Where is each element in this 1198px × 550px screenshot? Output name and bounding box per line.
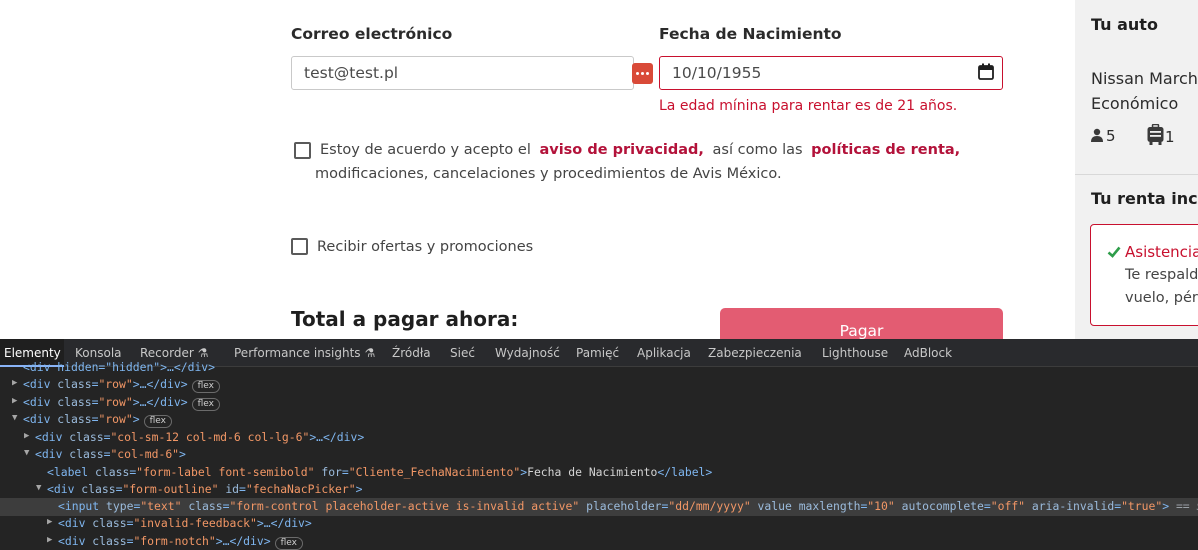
birth-date-error: La edad mínina para rentar es de 21 años… xyxy=(659,98,958,114)
expand-arrow-icon[interactable]: ▶ xyxy=(12,377,22,388)
devtools-panel: Elementy Konsola Recorder ⚗ Performance i… xyxy=(0,339,1198,550)
privacy-notice-link[interactable]: aviso de privacidad, xyxy=(539,142,703,158)
dom-tree: <div hidden="hidden">…</div> ▶ <div clas… xyxy=(0,360,1198,550)
expand-arrow-icon[interactable]: ▶ xyxy=(47,534,57,545)
dom-node-row[interactable]: ▶ <div class="invalid-feedback">…</div> xyxy=(0,515,1198,533)
expand-arrow-icon[interactable]: ▶ xyxy=(24,430,34,441)
dom-node-row[interactable]: ▼ <div class="form-outline" id="fechaNac… xyxy=(0,481,1198,499)
collapse-arrow-icon[interactable]: ▼ xyxy=(24,447,34,458)
dom-node-code: <div class="col-md-6"> xyxy=(35,447,186,461)
dom-node-code: <div class="form-notch">…</div> flex xyxy=(58,534,303,550)
experiment-flask-icon: ⚗ xyxy=(197,346,209,360)
luggage-icon xyxy=(1147,124,1164,145)
collapse-arrow-icon[interactable]: ▼ xyxy=(36,482,46,493)
rental-policies-link[interactable]: políticas de renta, xyxy=(811,142,960,158)
email-field[interactable]: test@test.pl xyxy=(291,56,634,90)
password-manager-icon[interactable] xyxy=(632,63,653,84)
dom-node-row[interactable]: ▶ <div class="row">…</div> flex xyxy=(0,376,1198,394)
dom-node-row[interactable]: ▼ <div class="col-md-6"> xyxy=(0,446,1198,464)
selected-dom-node-row[interactable]: <input type="text" class="form-control p… xyxy=(0,498,1198,516)
birth-date-field[interactable]: 10/10/1955 xyxy=(659,56,1003,90)
sidebar-divider xyxy=(1075,174,1198,175)
dom-node-code: <div class="col-sm-12 col-md-6 col-lg-6"… xyxy=(35,430,365,444)
luggage-count: 1 xyxy=(1165,128,1175,146)
dom-node-code: <div hidden="hidden">…</div> xyxy=(23,360,216,374)
flex-badge[interactable]: flex xyxy=(191,398,220,411)
offers-checkbox[interactable] xyxy=(291,238,308,255)
dom-node-row[interactable]: <div hidden="hidden">…</div> xyxy=(0,359,1198,377)
experiment-flask-icon: ⚗ xyxy=(364,346,376,360)
dom-node-row[interactable]: ▶ <div class="row">…</div> flex xyxy=(0,394,1198,412)
terms-line-2: modificaciones, cancelaciones y procedim… xyxy=(315,166,782,182)
terms-middle: así como las xyxy=(712,142,803,158)
passenger-icon xyxy=(1091,128,1103,142)
passenger-count: 5 xyxy=(1106,127,1116,145)
check-icon xyxy=(1107,246,1121,258)
email-label: Correo electrónico xyxy=(291,25,453,43)
terms-prefix: Estoy de acuerdo y acepto el xyxy=(320,142,531,158)
rental-summary-sidebar: Tu auto Nissan March Económico 5 1 Tu re… xyxy=(1075,0,1198,339)
offers-label: Recibir ofertas y promociones xyxy=(317,239,534,255)
flex-badge[interactable]: flex xyxy=(274,537,303,550)
expand-arrow-icon[interactable]: ▶ xyxy=(47,516,57,527)
car-name: Nissan March xyxy=(1091,69,1198,88)
birth-date-label: Fecha de Nacimiento xyxy=(659,25,842,43)
dom-node-code: <div class="row">…</div> flex xyxy=(23,377,220,393)
dom-node-row[interactable]: ▼ <div class="row"> flex xyxy=(0,411,1198,429)
pay-button[interactable]: Pagar xyxy=(720,308,1003,339)
dom-node-row[interactable]: ▶ <div class="col-sm-12 col-md-6 col-lg-… xyxy=(0,429,1198,447)
terms-line-1: Estoy de acuerdo y acepto el aviso de pr… xyxy=(320,142,960,158)
flex-badge[interactable]: flex xyxy=(191,380,220,393)
included-item-text-2: vuelo, pérc xyxy=(1125,290,1198,306)
dom-node-code: <div class="row">…</div> flex xyxy=(23,395,220,411)
dom-node-row[interactable]: <label class="form-label font-semibold" … xyxy=(0,464,1198,482)
flex-badge[interactable]: flex xyxy=(143,415,172,428)
included-item-title: Asistencia xyxy=(1125,243,1198,261)
car-category: Económico xyxy=(1091,94,1179,113)
collapse-arrow-icon[interactable]: ▼ xyxy=(12,412,22,423)
total-label: Total a pagar ahora: xyxy=(291,307,519,331)
dom-node-row[interactable]: ▶ <div class="form-notch">…</div> flex xyxy=(0,533,1198,550)
dom-node-code: <div class="invalid-feedback">…</div> xyxy=(58,516,312,530)
checkout-page: Correo electrónico test@test.pl Fecha de… xyxy=(0,0,1198,339)
terms-checkbox[interactable] xyxy=(294,142,311,159)
dom-node-code: <input type="text" class="form-control p… xyxy=(58,499,1198,513)
calendar-icon[interactable] xyxy=(978,63,994,80)
included-item-text-1: Te respald xyxy=(1125,267,1198,283)
dom-node-code: <label class="form-label font-semibold" … xyxy=(47,465,713,479)
selected-node-marker: == $0 xyxy=(1175,499,1198,513)
included-item-card: Asistencia Te respald vuelo, pérc xyxy=(1090,224,1198,326)
dom-node-code: <div class="row"> flex xyxy=(23,412,172,428)
dom-node-code: <div class="form-outline" id="fechaNacPi… xyxy=(47,482,363,496)
included-title: Tu renta inclu xyxy=(1091,189,1198,208)
tab-performance-insights-label: Performance insights xyxy=(234,346,361,360)
tab-recorder-label: Recorder xyxy=(140,346,194,360)
your-car-title: Tu auto xyxy=(1091,15,1158,34)
expand-arrow-icon[interactable]: ▶ xyxy=(12,395,22,406)
